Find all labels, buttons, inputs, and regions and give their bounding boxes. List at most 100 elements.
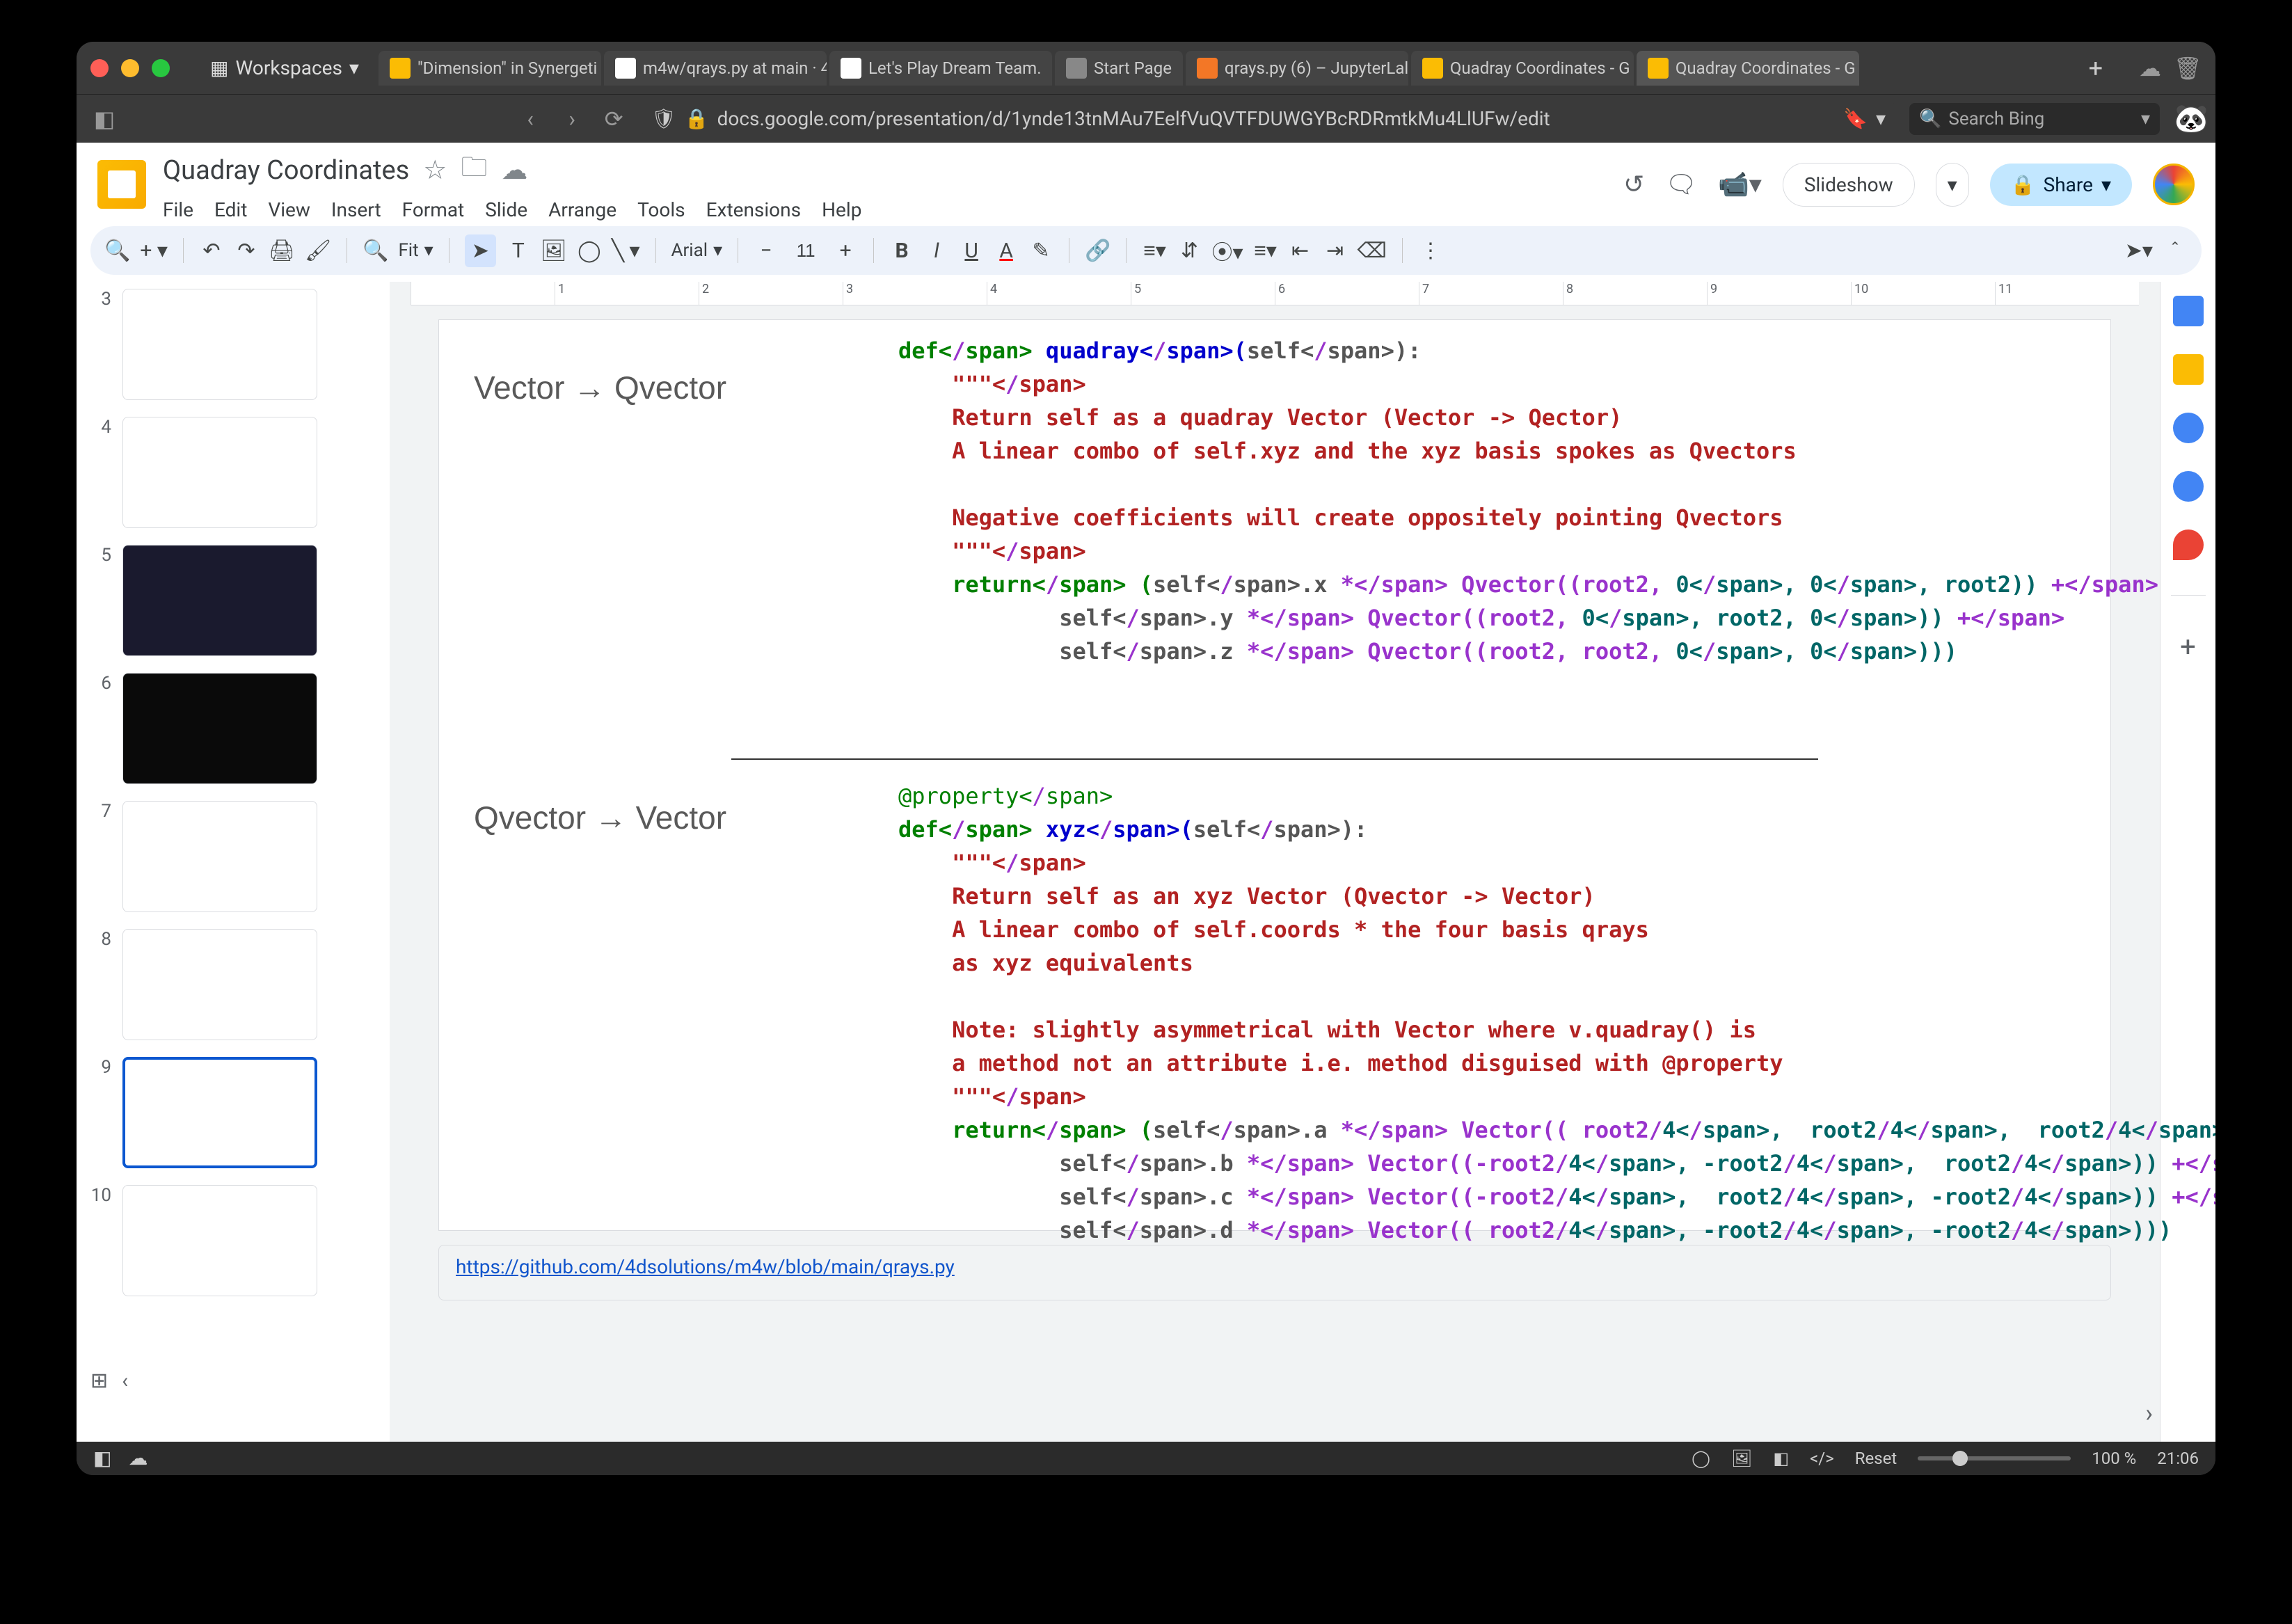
underline-button[interactable]: U <box>959 239 984 263</box>
workspaces-button[interactable]: ▦ Workspaces ▾ <box>200 52 369 83</box>
share-button[interactable]: 🔒 Share ▾ <box>1990 164 2132 206</box>
menu-help[interactable]: Help <box>822 198 861 221</box>
reset-zoom-button[interactable]: Reset <box>1855 1449 1897 1468</box>
code-block-2[interactable]: @property</span> def</span> xyz</span>(s… <box>898 779 2215 1247</box>
line-tool[interactable]: ╲ ▾ <box>612 239 640 263</box>
menu-edit[interactable]: Edit <box>214 198 247 221</box>
speaker-notes[interactable]: https://github.com/4dsolutions/m4w/blob/… <box>438 1245 2111 1300</box>
keep-icon[interactable] <box>2173 354 2204 385</box>
text-color-button[interactable]: A <box>994 239 1019 263</box>
search-menus-icon[interactable]: 🔍 <box>104 239 130 263</box>
redo-button[interactable]: ↷ <box>234 239 259 263</box>
highlight-button[interactable]: ✎ <box>1028 239 1053 263</box>
number-list-button[interactable]: ≡▾ <box>1253 239 1278 263</box>
slideshow-button[interactable]: Slideshow <box>1783 163 1915 207</box>
camera-icon[interactable]: ◯ <box>1692 1449 1710 1468</box>
new-slide-button[interactable]: + ▾ <box>140 239 168 263</box>
collapse-filmstrip-button[interactable]: ‹ <box>122 1369 128 1393</box>
slide-thumbnail[interactable]: 4 <box>90 417 376 528</box>
browser-tab[interactable]: m4w/qrays.py at main · 4 <box>604 51 827 86</box>
window-list-icon[interactable]: ◧ <box>93 1447 111 1470</box>
profile-icon[interactable]: 🐼 <box>2174 102 2202 135</box>
sync-icon[interactable]: ☁ <box>128 1447 148 1470</box>
close-window-button[interactable] <box>90 59 109 77</box>
zoom-icon[interactable]: 🔍 <box>363 239 388 263</box>
indent-increase-button[interactable]: ⇥ <box>1323 239 1348 263</box>
add-on-button[interactable]: + <box>2180 630 2196 663</box>
cursor-tool[interactable]: ➤ <box>465 234 496 267</box>
filmstrip[interactable]: 345678910 <box>77 282 390 1442</box>
slideshow-dropdown[interactable]: ▾ <box>1936 163 1969 207</box>
browser-tab[interactable]: Quadray Coordinates - G <box>1637 51 1859 86</box>
browser-tab[interactable]: Quadray Coordinates - G <box>1411 51 1634 86</box>
trash-icon[interactable]: 🗑 <box>2174 55 2202 81</box>
italic-button[interactable]: I <box>924 239 949 263</box>
star-icon[interactable]: ☆ <box>423 154 447 186</box>
grid-view-button[interactable]: ⊞ <box>90 1369 108 1393</box>
increase-font-button[interactable]: + <box>833 239 858 263</box>
search-bar[interactable]: 🔍 Search Bing ▾ <box>1909 103 2160 135</box>
slide-thumbnail[interactable]: 6 <box>90 673 376 784</box>
indent-decrease-button[interactable]: ⇤ <box>1288 239 1313 263</box>
move-icon[interactable]: 🗀 <box>461 148 487 193</box>
code-block-1[interactable]: def</span> quadray</span>(self</span>): … <box>898 334 2158 668</box>
decrease-font-button[interactable]: − <box>754 239 779 263</box>
browser-tab[interactable]: "Dimension" in Synergeti <box>379 51 601 86</box>
panel-toggle-icon[interactable]: ◧ <box>90 106 118 132</box>
slide-thumbnail[interactable]: 8 <box>90 929 376 1040</box>
hide-menus-button[interactable]: ˆ <box>2163 239 2188 263</box>
tasks-icon[interactable] <box>2173 413 2204 443</box>
new-tab-button[interactable]: + <box>2079 54 2112 83</box>
cloud-status-icon[interactable]: ☁ <box>501 154 527 186</box>
back-button[interactable]: ‹ <box>516 106 544 132</box>
slide-canvas[interactable]: Vector → Qvector def</span> quadray</spa… <box>438 319 2111 1231</box>
contacts-icon[interactable] <box>2173 471 2204 502</box>
print-button[interactable]: 🖨 <box>269 239 295 263</box>
menu-file[interactable]: File <box>163 198 193 221</box>
line-spacing-button[interactable]: ⇵ <box>1177 239 1202 263</box>
zoom-select[interactable]: Fit ▾ <box>398 240 433 261</box>
menu-format[interactable]: Format <box>402 198 465 221</box>
bullet-list-button[interactable]: ⦿▾ <box>1211 235 1243 266</box>
picture-icon[interactable]: 🖼 <box>1731 1449 1752 1468</box>
font-size-input[interactable] <box>788 240 823 262</box>
bookmark-icon[interactable]: 🔖 <box>1843 107 1868 130</box>
slide-thumbnail[interactable]: 10 <box>90 1185 376 1296</box>
link-button[interactable]: 🔗 <box>1085 239 1111 263</box>
meet-icon[interactable]: 📹▾ <box>1718 170 1762 199</box>
align-button[interactable]: ≡▾ <box>1142 239 1167 263</box>
reload-button[interactable]: ⟳ <box>600 106 628 132</box>
image-tool[interactable]: 🖼 <box>541 239 567 263</box>
maps-icon[interactable] <box>2173 530 2204 560</box>
zoom-slider[interactable] <box>1918 1456 2071 1460</box>
menu-slide[interactable]: Slide <box>485 198 527 221</box>
more-options-button[interactable]: ⋮ <box>1418 239 1443 263</box>
devtools-icon[interactable]: </> <box>1810 1449 1834 1468</box>
address-bar[interactable]: 🛡 🔒 docs.google.com/presentation/d/1ynde… <box>642 102 1895 136</box>
slide-thumbnail[interactable]: 7 <box>90 801 376 912</box>
font-select[interactable]: Arial ▾ <box>671 240 723 261</box>
menu-extensions[interactable]: Extensions <box>706 198 801 221</box>
comments-icon[interactable]: 🗨 <box>1665 170 1697 199</box>
bold-button[interactable]: B <box>889 239 914 263</box>
undo-button[interactable]: ↶ <box>199 239 224 263</box>
menu-view[interactable]: View <box>268 198 310 221</box>
forward-button[interactable]: › <box>558 106 586 132</box>
browser-tab[interactable]: qrays.py (6) – JupyterLal <box>1186 51 1408 86</box>
menu-arrange[interactable]: Arrange <box>548 198 616 221</box>
browser-tab[interactable]: Start Page <box>1055 51 1183 86</box>
panel-icon[interactable]: ◧ <box>1773 1449 1789 1468</box>
heading-qvector-to-vector[interactable]: Qvector → Vector <box>474 799 726 836</box>
maximize-window-button[interactable] <box>152 59 170 77</box>
browser-tab[interactable]: Let's Play Dream Team. <box>829 51 1052 86</box>
account-avatar[interactable] <box>2153 164 2195 205</box>
heading-vector-to-qvector[interactable]: Vector → Qvector <box>474 369 726 406</box>
history-icon[interactable]: ↺ <box>1623 170 1644 199</box>
document-title[interactable]: Quadray Coordinates <box>163 155 409 186</box>
slide-thumbnail[interactable]: 5 <box>90 545 376 656</box>
menu-tools[interactable]: Tools <box>637 198 685 221</box>
slide-thumbnail[interactable]: 9 <box>90 1057 376 1168</box>
explore-button[interactable]: › <box>2145 1399 2153 1428</box>
paint-format-button[interactable]: 🖌 <box>305 239 331 263</box>
minimize-window-button[interactable] <box>121 59 139 77</box>
